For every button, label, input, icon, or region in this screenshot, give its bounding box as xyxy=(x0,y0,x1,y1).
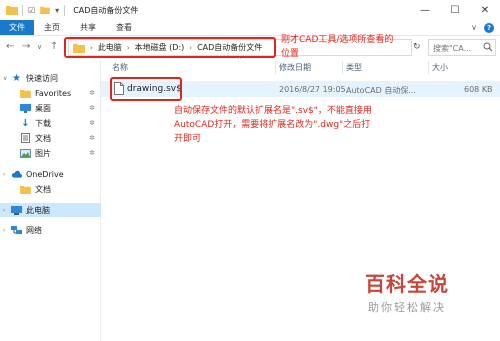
tab-file[interactable]: 文件 xyxy=(0,20,34,35)
minimize-button[interactable]: — xyxy=(410,0,440,20)
sidebar-item-label: Favorites xyxy=(35,88,72,98)
chevron-right-icon[interactable]: › xyxy=(3,227,11,234)
sidebar-item-label: 此电脑 xyxy=(26,205,50,215)
sidebar-item-documents[interactable]: 文档 ✲ xyxy=(0,131,101,145)
path-highlight-box xyxy=(64,37,276,58)
sidebar-item-onedrive-documents[interactable]: 文档 xyxy=(0,182,101,196)
search-input[interactable]: 搜索"CA... xyxy=(428,39,496,56)
sidebar-item-label: 文档 xyxy=(35,184,51,194)
navigation-pane: ∨ ★ 快速访问 Favorites ✲ 桌面 ✲ ↓ 下载 ✲ 文档 ✲ 图片… xyxy=(0,60,101,341)
chevron-down-icon[interactable]: ∨ xyxy=(3,75,11,82)
column-header-type[interactable]: 类型 xyxy=(346,62,362,73)
sort-indicator-icon: ^ xyxy=(237,57,243,64)
tab-view[interactable]: 查看 xyxy=(106,20,142,35)
picture-icon xyxy=(20,148,31,158)
folder-icon xyxy=(6,6,18,15)
sidebar-item-label: 网络 xyxy=(26,225,42,235)
path-annotation: 刚才CAD工具/选项所查看的位置 xyxy=(281,35,394,59)
chevron-right-icon[interactable]: › xyxy=(3,207,11,214)
up-arrow-icon[interactable]: ↑ xyxy=(50,41,58,52)
divider xyxy=(64,4,66,16)
sidebar-item-quick-access[interactable]: ∨ ★ 快速访问 xyxy=(0,71,101,85)
chevron-right-icon[interactable]: › xyxy=(3,171,11,178)
close-button[interactable]: ✕ xyxy=(470,0,500,20)
window-title: CAD自动备份文件 xyxy=(73,5,139,15)
sidebar-item-label: 图片 xyxy=(35,148,51,158)
pin-icon[interactable]: ✲ xyxy=(89,119,95,127)
search-icon xyxy=(483,42,493,52)
pin-icon[interactable]: ✲ xyxy=(89,149,95,157)
folder-icon xyxy=(20,184,31,194)
cloud-icon xyxy=(11,169,22,179)
pin-icon[interactable]: ✲ xyxy=(89,134,95,142)
file-highlight-box xyxy=(110,77,182,101)
watermark-subtitle: 助你轻松解决 xyxy=(368,301,446,314)
column-divider xyxy=(275,61,276,74)
file-modified-date: 2016/8/27 19:05 xyxy=(279,85,346,94)
sidebar-item-this-pc[interactable]: › 此电脑 xyxy=(0,203,101,217)
file-annotation: 自动保存文件的默认扩展名是".sv$"，不能直接用AutoCAD打开，需要将扩展… xyxy=(174,106,372,144)
address-bar-row: ← → ∨ ↑ › 此电脑 › 本地磁盘 (D:) › CAD自动备份文件 ∨ … xyxy=(0,36,500,60)
pin-icon[interactable]: ✲ xyxy=(89,104,95,112)
search-placeholder: 搜索"CA... xyxy=(433,44,472,53)
sidebar-item-desktop[interactable]: 桌面 ✲ xyxy=(0,101,101,115)
sidebar-item-network[interactable]: › 网络 xyxy=(0,223,101,237)
star-icon: ★ xyxy=(12,72,21,84)
watermark-title: 百科全说 xyxy=(365,272,449,296)
customize-toolbar-icon[interactable]: ▾ xyxy=(55,6,59,15)
desktop-icon xyxy=(20,103,31,113)
refresh-icon[interactable]: ↻ xyxy=(413,42,421,52)
file-type: AutoCAD 自动保... xyxy=(346,86,416,95)
sidebar-item-label: 快速访问 xyxy=(26,73,58,83)
forward-arrow-icon[interactable]: → xyxy=(22,41,30,52)
tab-share[interactable]: 共享 xyxy=(70,20,106,35)
new-folder-icon[interactable] xyxy=(40,6,50,14)
expand-ribbon-icon[interactable]: ∨ xyxy=(471,23,477,32)
maximize-button[interactable]: ☐ xyxy=(440,0,470,20)
tab-home[interactable]: 主页 xyxy=(34,20,70,35)
watermark-logo: 百科全说 助你轻松解决 xyxy=(352,268,462,315)
pin-icon[interactable]: ✲ xyxy=(89,89,95,97)
sidebar-item-downloads[interactable]: ↓ 下载 ✲ xyxy=(0,116,101,130)
back-arrow-icon[interactable]: ← xyxy=(6,41,14,52)
column-divider xyxy=(428,61,429,74)
divider xyxy=(22,4,23,16)
column-divider xyxy=(342,61,343,74)
document-icon xyxy=(20,133,31,143)
file-size: 608 KB xyxy=(464,85,493,94)
recent-locations-icon[interactable]: ∨ xyxy=(37,43,42,51)
sidebar-item-onedrive[interactable]: › OneDrive xyxy=(0,167,101,181)
window-controls: — ☐ ✕ xyxy=(410,0,500,20)
column-header-modified[interactable]: 修改日期 xyxy=(279,62,311,73)
properties-icon[interactable]: ☑ xyxy=(28,6,35,15)
help-icon[interactable]: ? xyxy=(484,22,494,33)
sidebar-item-label: OneDrive xyxy=(26,169,64,179)
column-header-name[interactable]: 名称 xyxy=(112,62,128,73)
download-icon: ↓ xyxy=(21,117,30,129)
sidebar-item-label: 下载 xyxy=(35,118,51,128)
sidebar-item-label: 文档 xyxy=(35,133,51,143)
sidebar-item-favorites[interactable]: Favorites ✲ xyxy=(0,86,101,100)
sidebar-item-pictures[interactable]: 图片 ✲ xyxy=(0,146,101,160)
sidebar-item-label: 桌面 xyxy=(35,103,51,113)
ribbon-tabs: 文件 主页 共享 查看 ∨ ? xyxy=(0,20,500,36)
network-icon xyxy=(11,225,22,235)
column-header-size[interactable]: 大小 xyxy=(432,62,448,73)
quick-access-toolbar: ☑ ▾ xyxy=(22,4,66,16)
folder-icon xyxy=(20,88,31,98)
computer-icon xyxy=(11,205,22,215)
title-bar: ☑ ▾ CAD自动备份文件 — ☐ ✕ xyxy=(0,0,500,20)
